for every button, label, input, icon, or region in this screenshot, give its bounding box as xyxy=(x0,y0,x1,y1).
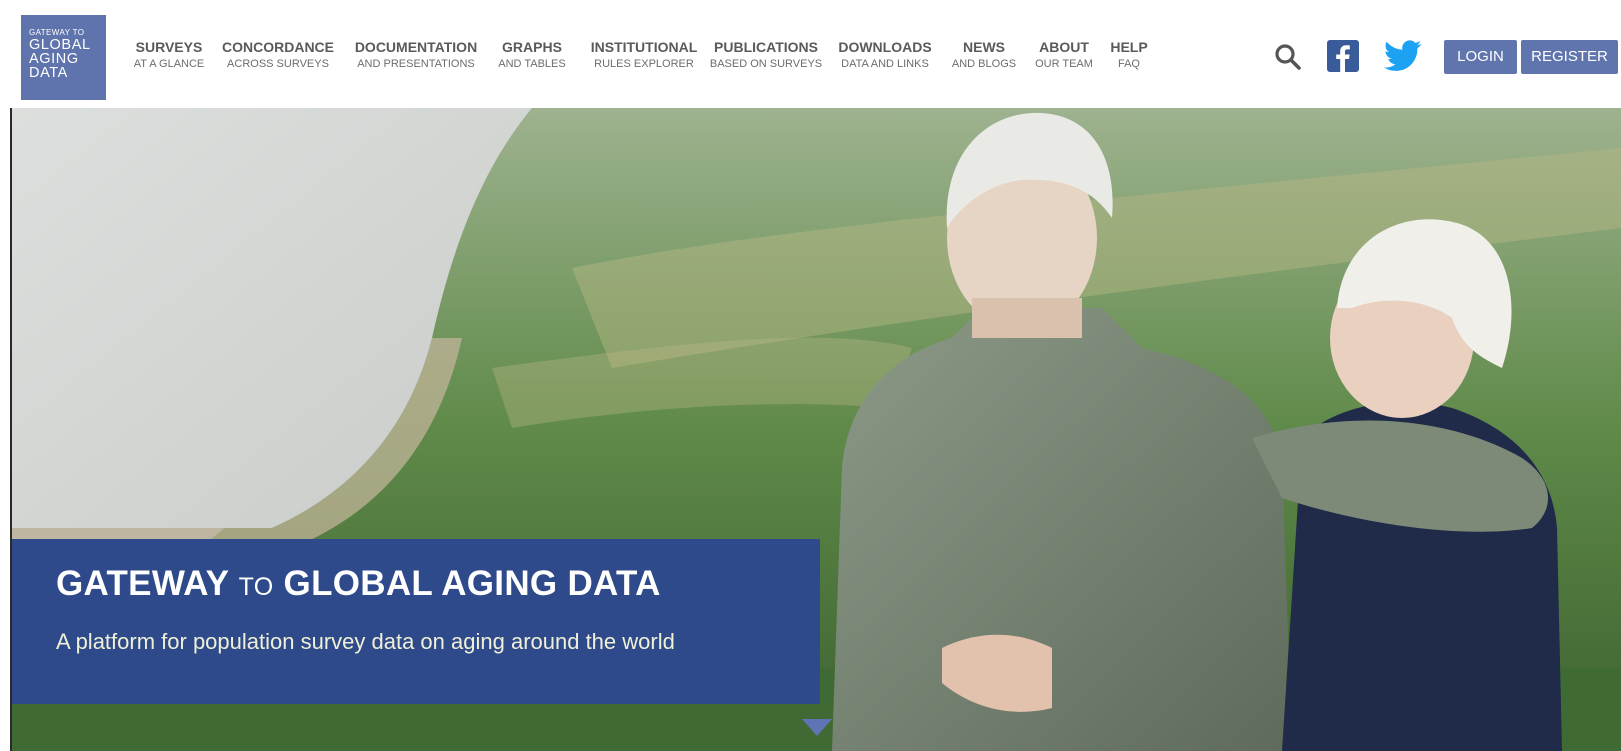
nav-sublabel: FAQ xyxy=(1117,58,1140,70)
nav-label: NEWS xyxy=(963,39,1005,55)
nav-label: DOWNLOADS xyxy=(838,39,932,55)
nav-item-documentation[interactable]: DOCUMENTATION AND PRESENTATIONS xyxy=(355,39,477,72)
nav-sublabel: RULES EXPLORER xyxy=(594,58,694,70)
nav-item-graphs[interactable]: GRAPHS AND TABLES xyxy=(498,39,565,72)
nav-item-news[interactable]: NEWS AND BLOGS xyxy=(952,39,1016,72)
nav-sublabel: OUR TEAM xyxy=(1035,58,1093,70)
nav-label: INSTITUTIONAL xyxy=(590,39,698,55)
nav-sublabel: AND PRESENTATIONS xyxy=(357,58,475,70)
nav-sublabel: AND TABLES xyxy=(498,58,566,70)
nav-label: DOCUMENTATION xyxy=(354,39,478,55)
site-header: GATEWAY TO GLOBAL AGING DATA SURVEYS AT … xyxy=(0,0,1621,109)
left-edge-strip xyxy=(0,108,12,751)
register-button[interactable]: REGISTER xyxy=(1521,40,1618,74)
hero-title-to: TO xyxy=(238,573,274,601)
nav-label: GRAPHS xyxy=(502,39,562,55)
nav-item-surveys[interactable]: SURVEYS AT A GLANCE xyxy=(134,39,205,72)
nav-sublabel: AT A GLANCE xyxy=(133,58,205,70)
login-button[interactable]: LOGIN xyxy=(1444,40,1517,74)
nav-item-publications[interactable]: PUBLICATIONS BASED ON SURVEYS xyxy=(710,39,822,72)
nav-item-about[interactable]: ABOUT OUR TEAM xyxy=(1035,39,1093,72)
nav-item-help[interactable]: HELP FAQ xyxy=(1110,39,1147,72)
nav-label: HELP xyxy=(1110,39,1148,55)
site-logo[interactable]: GATEWAY TO GLOBAL AGING DATA xyxy=(21,15,106,100)
twitter-icon[interactable] xyxy=(1384,40,1422,72)
hero-text-box: GATEWAY TO GLOBAL AGING DATA A platform … xyxy=(12,539,820,704)
scroll-down-arrow-icon[interactable] xyxy=(802,719,832,736)
hero-title: GATEWAY TO GLOBAL AGING DATA xyxy=(56,563,776,608)
logo-line-2: GLOBAL xyxy=(29,37,91,53)
search-icon[interactable] xyxy=(1273,42,1303,72)
hero-subtitle: A platform for population survey data on… xyxy=(56,629,675,654)
nav-item-downloads[interactable]: DOWNLOADS DATA AND LINKS xyxy=(838,39,931,72)
nav-sublabel: ACROSS SURVEYS xyxy=(227,58,329,70)
logo-line-4: DATA xyxy=(29,65,68,81)
nav-label: PUBLICATIONS xyxy=(714,39,818,55)
nav-sublabel: BASED ON SURVEYS xyxy=(709,58,823,70)
facebook-icon[interactable] xyxy=(1327,40,1359,72)
hero-banner: GATEWAY TO GLOBAL AGING DATA A platform … xyxy=(12,108,1621,751)
hero-title-part2: GLOBAL AGING DATA xyxy=(283,564,661,603)
nav-label: SURVEYS xyxy=(135,39,203,55)
nav-label: CONCORDANCE xyxy=(222,39,334,55)
hero-title-part1: GATEWAY xyxy=(56,564,229,603)
nav-sublabel: AND BLOGS xyxy=(951,58,1017,70)
logo-line-3: AGING xyxy=(29,51,79,67)
nav-sublabel: DATA AND LINKS xyxy=(841,58,929,70)
nav-item-institutional[interactable]: INSTITUTIONAL RULES EXPLORER xyxy=(591,39,698,72)
nav-label: ABOUT xyxy=(1039,39,1089,55)
nav-item-concordance[interactable]: CONCORDANCE ACROSS SURVEYS xyxy=(222,39,334,72)
